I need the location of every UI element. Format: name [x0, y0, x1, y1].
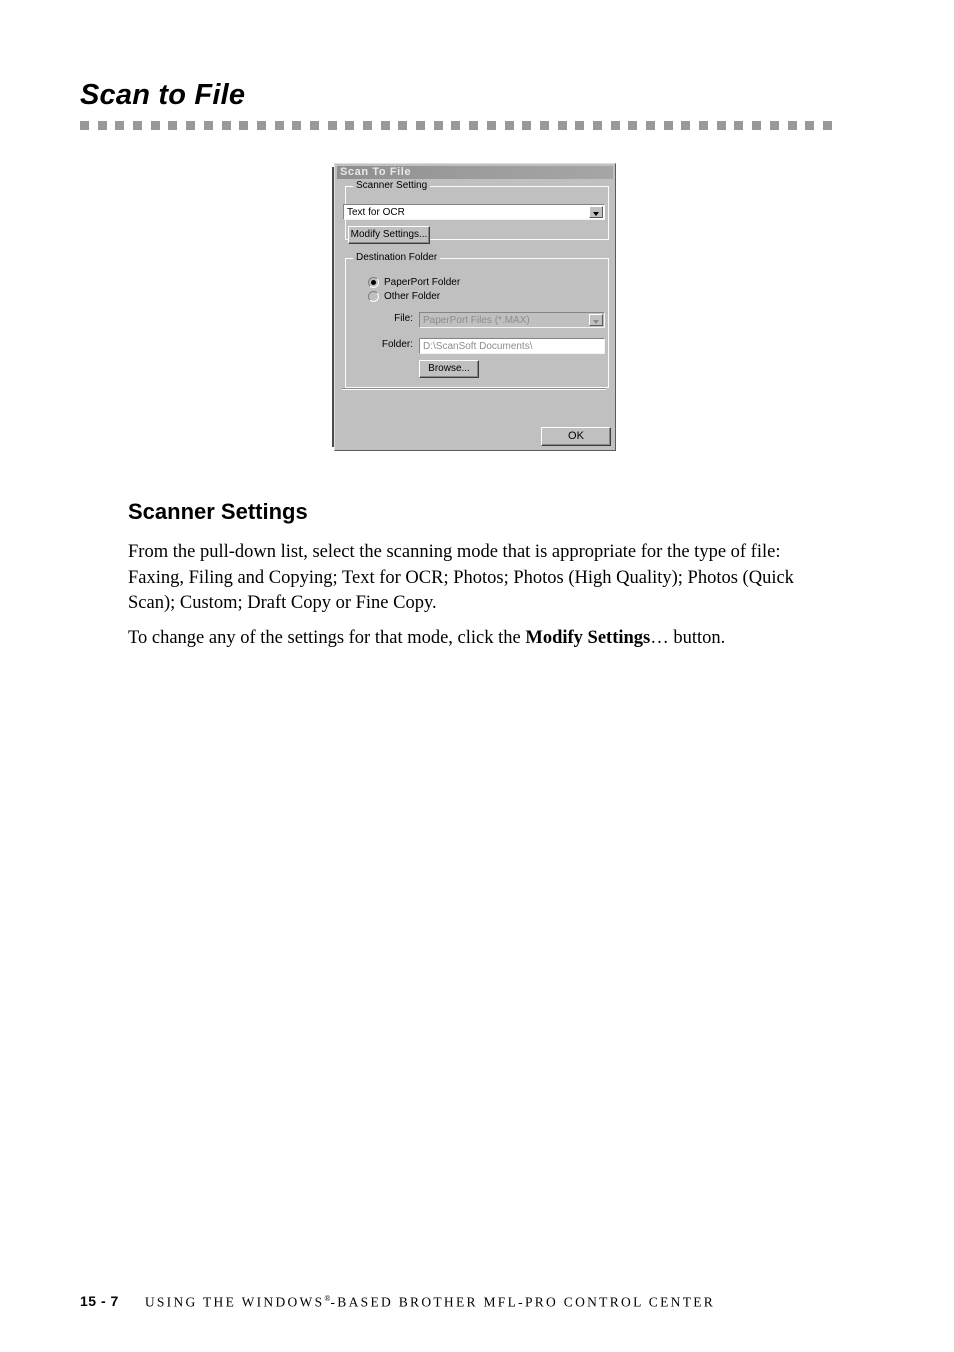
scan-mode-value: Text for OCR: [347, 207, 405, 218]
divider-square: [451, 121, 461, 130]
divider-square: [256, 121, 266, 130]
divider-square: [345, 121, 355, 130]
divider-square: [239, 121, 249, 130]
dialog-titlebar[interactable]: Scan To File: [337, 166, 613, 179]
divider-square: [168, 121, 178, 130]
modify-settings-button[interactable]: Modify Settings...: [348, 226, 430, 244]
divider-square: [822, 121, 832, 130]
divider-square: [716, 121, 726, 130]
divider-square: [133, 121, 143, 130]
footer-title-after: -BASED BROTHER MFL-PRO CONTROL CENTER: [330, 1294, 716, 1309]
divider-square: [592, 121, 602, 130]
chevron-down-icon-disabled[interactable]: [589, 314, 603, 326]
radio-other-folder-label: Other Folder: [384, 291, 441, 302]
page-footer: 15 - 7 USING THE WINDOWS®-BASED BROTHER …: [80, 1293, 715, 1310]
dialog-title-text: Scan To File: [340, 166, 412, 178]
dialog-separator: [342, 388, 606, 390]
divider-square: [522, 121, 532, 130]
divider-square: [610, 121, 620, 130]
divider-square: [469, 121, 479, 130]
file-type-combobox[interactable]: PaperPort Files (*.MAX): [419, 312, 605, 328]
divider-square: [699, 121, 709, 130]
divider-square: [309, 121, 319, 130]
divider-square: [486, 121, 496, 130]
chevron-down-icon[interactable]: [589, 206, 603, 218]
divider-square: [150, 121, 160, 130]
scanner-setting-legend: Scanner Setting: [353, 180, 431, 192]
file-label: File:: [394, 313, 413, 324]
divider-square: [274, 121, 284, 130]
divider-square: [380, 121, 390, 130]
folder-path-value: D:\ScanSoft Documents\: [423, 341, 533, 352]
footer-page-number: 15 - 7: [80, 1293, 119, 1309]
body-paragraph-1: From the pull-down list, select the scan…: [128, 542, 794, 613]
ok-button[interactable]: OK: [541, 427, 611, 446]
folder-path-input[interactable]: D:\ScanSoft Documents\: [419, 338, 605, 354]
divider-square: [186, 121, 196, 130]
divider-square: [787, 121, 797, 130]
divider-square: [80, 121, 89, 130]
footer-title: USING THE WINDOWS®-BASED BROTHER MFL-PRO…: [145, 1294, 715, 1311]
radio-paperport-folder[interactable]: PaperPort Folder: [368, 277, 460, 288]
footer-title-before: USING THE WINDOWS: [144, 1294, 325, 1309]
folder-label: Folder:: [381, 339, 413, 350]
divider-square: [539, 121, 549, 130]
paragraph-2-text-after: … button.: [650, 628, 726, 648]
radio-selected-icon[interactable]: [368, 277, 379, 288]
divider-square: [221, 121, 231, 130]
divider-square: [203, 121, 213, 130]
divider-square: [363, 121, 372, 130]
divider-square: [327, 121, 337, 130]
paragraph-2-text-before: To change any of the settings for that m…: [128, 628, 526, 648]
modify-settings-bold: Modify Settings: [525, 628, 651, 648]
radio-paperport-folder-label: PaperPort Folder: [384, 277, 461, 288]
heading-divider-rule: [80, 121, 832, 130]
radio-unselected-icon[interactable]: [368, 291, 379, 302]
divider-square: [681, 121, 691, 130]
body-paragraph-2: To change any of the settings for that m…: [128, 626, 828, 652]
destination-folder-legend: Destination Folder: [353, 252, 441, 264]
browse-button[interactable]: Browse...: [419, 360, 479, 378]
divider-square: [416, 121, 426, 130]
divider-square: [628, 121, 638, 130]
divider-square: [575, 121, 585, 130]
section-heading-scanner-settings: Scanner Settings: [128, 499, 308, 524]
scan-mode-combobox[interactable]: Text for OCR: [343, 204, 605, 220]
divider-square: [557, 121, 567, 130]
radio-other-folder[interactable]: Other Folder: [368, 291, 440, 302]
divider-square: [292, 121, 302, 130]
divider-square: [504, 121, 514, 130]
divider-square: [398, 121, 408, 130]
divider-square: [115, 121, 125, 130]
divider-square: [805, 121, 815, 130]
divider-square: [734, 121, 744, 130]
file-type-value: PaperPort Files (*.MAX): [423, 315, 530, 326]
divider-square: [433, 121, 443, 130]
divider-square: [769, 121, 779, 130]
divider-square: [97, 121, 107, 130]
page-title: Scan to File: [80, 79, 246, 111]
divider-square: [646, 121, 655, 130]
divider-square: [663, 121, 673, 130]
divider-square: [752, 121, 762, 130]
